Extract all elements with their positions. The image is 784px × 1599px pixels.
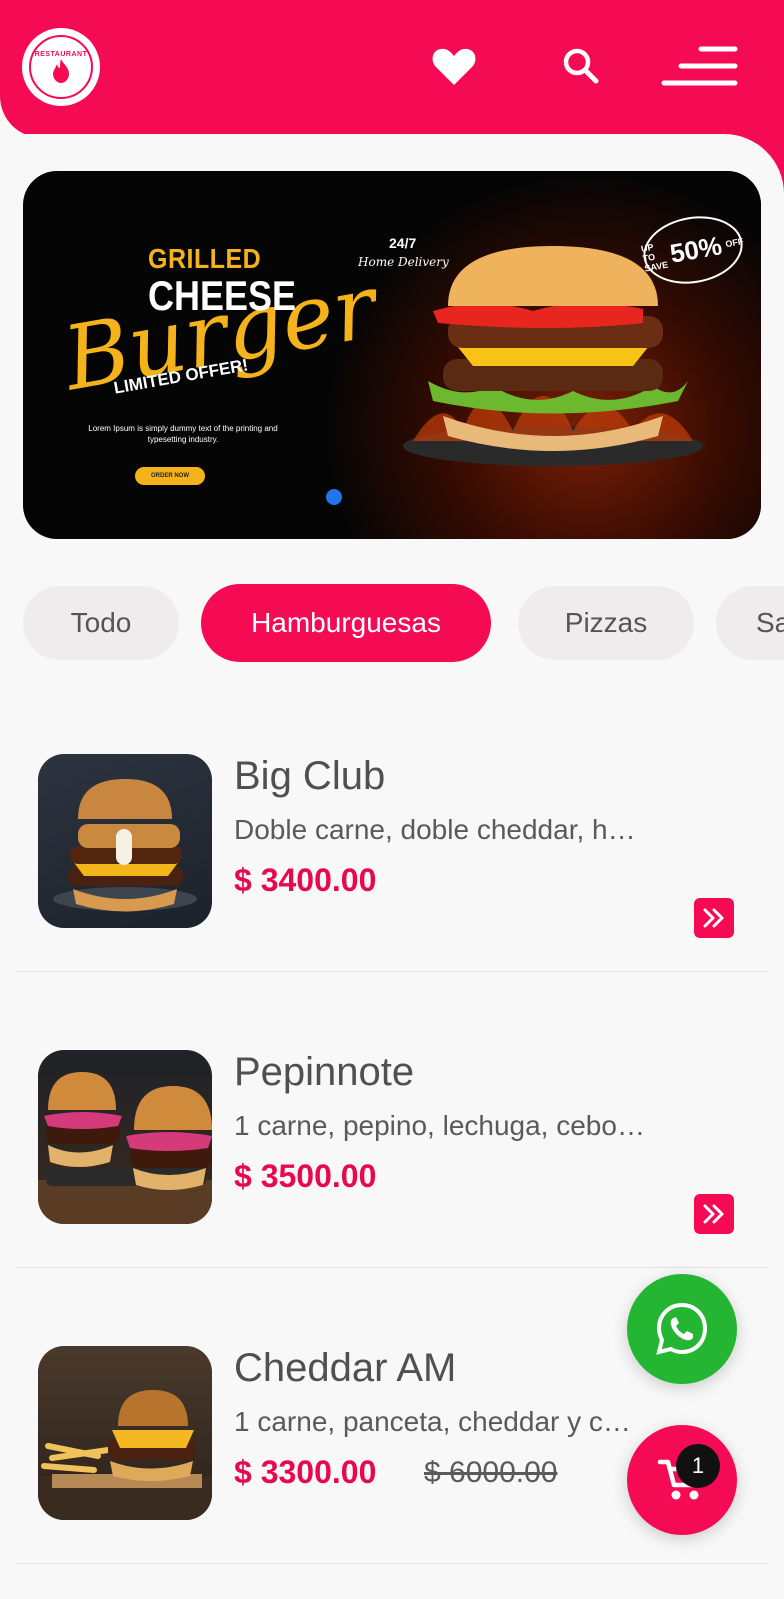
product-name: Big Club (234, 754, 386, 798)
banner-home-delivery: Home Delivery (358, 255, 449, 269)
restaurant-logo[interactable]: RESTAURANT (22, 28, 100, 106)
product-item[interactable]: Pepinnote 1 carne, pepino, lechuga, cebo… (16, 972, 768, 1268)
carousel-dot-active[interactable] (326, 489, 342, 505)
category-tabs: Todo Hamburguesas Pizzas Sa (23, 584, 784, 662)
banner-grilled: GRILLED (148, 243, 262, 275)
product-item[interactable]: Big Club Doble carne, doble cheddar, h… … (16, 676, 768, 972)
double-chevron-right-icon (703, 1204, 724, 1224)
double-chevron-right-icon (703, 908, 724, 928)
product-description: 1 carne, panceta, cheddar y c… (234, 1406, 631, 1437)
burger-photo (38, 1390, 212, 1520)
product-description: 1 carne, pepino, lechuga, cebo… (234, 1110, 645, 1141)
favorites-button[interactable] (428, 40, 480, 92)
search-button[interactable] (555, 40, 607, 92)
logo-text: RESTAURANT (34, 50, 88, 58)
badge-percent: 50% (667, 229, 725, 269)
product-details-button[interactable] (694, 1194, 734, 1234)
banner-24-7: 24/7 (389, 235, 417, 251)
product-name: Pepinnote (234, 1050, 415, 1094)
badge-off: OFF (724, 236, 745, 250)
flame-icon (53, 58, 69, 83)
cart-count-badge: 1 (676, 1444, 720, 1488)
tab-pizzas[interactable]: Pizzas (518, 586, 694, 660)
heart-icon (432, 48, 476, 85)
banner-lorem: Lorem Ipsum is simply dummy text of the … (88, 424, 278, 444)
product-price: $ 3400.00 (234, 862, 377, 898)
promo-banner[interactable]: Burger GRILLED CHEESE LIMITED OFFER! Lor… (23, 171, 761, 539)
product-price: $ 3500.00 (234, 1158, 377, 1194)
product-description: Doble carne, doble cheddar, h… (234, 814, 636, 845)
banner-cheese: CHEESE (148, 271, 297, 319)
product-old-price: $ 6000.00 (424, 1456, 558, 1489)
tab-todo[interactable]: Todo (23, 586, 179, 660)
logo-ring: RESTAURANT (29, 35, 93, 99)
product-details-button[interactable] (694, 898, 734, 938)
product-image[interactable] (38, 754, 212, 928)
search-icon (563, 48, 599, 84)
burger-photo (38, 1072, 212, 1224)
menu-button[interactable] (660, 40, 740, 92)
product-price: $ 3300.00 (234, 1454, 377, 1490)
tab-sa[interactable]: Sa (716, 586, 784, 660)
menu-icon (661, 46, 738, 86)
product-image[interactable] (38, 1050, 212, 1224)
tab-hamburguesas[interactable]: Hamburguesas (201, 584, 491, 662)
whatsapp-icon (656, 1302, 708, 1355)
whatsapp-button[interactable] (627, 1274, 737, 1384)
burger-photo (53, 779, 197, 912)
product-name: Cheddar AM (234, 1346, 457, 1390)
order-now-button[interactable]: ORDER NOW (135, 467, 205, 485)
product-image[interactable] (38, 1346, 212, 1520)
